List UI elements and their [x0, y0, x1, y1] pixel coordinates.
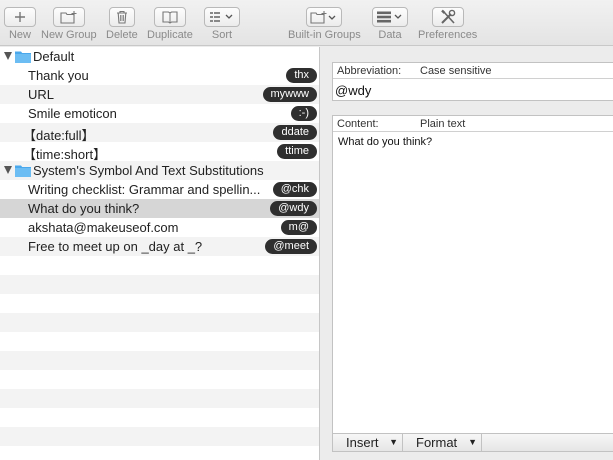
abbreviation-badge: ddate — [273, 125, 317, 140]
disclosure-triangle-icon[interactable] — [4, 52, 12, 60]
abbreviation-field[interactable]: @wdy — [335, 83, 371, 98]
list-item[interactable]: 【date:full】 ddate — [0, 123, 319, 143]
folder-add-dropdown-icon — [310, 11, 336, 24]
abbreviation-badge: m@ — [280, 220, 317, 235]
content-type-option[interactable]: Plain text — [420, 118, 465, 130]
group-name: System's Symbol And Text Substitutions — [33, 163, 264, 178]
editor-panel: Abbreviation: Case sensitive @wdy Conten… — [321, 47, 613, 460]
empty-row — [0, 275, 319, 294]
tools-icon — [440, 9, 455, 24]
data-button[interactable]: Data — [372, 7, 408, 41]
abbreviation-badge: mywww — [262, 87, 317, 102]
snippet-label: akshata@makeuseof.com — [28, 220, 179, 235]
new-group-button[interactable]: New Group — [41, 7, 97, 41]
folder-icon — [15, 165, 31, 177]
snippet-label: Free to meet up on _day at _? — [28, 239, 203, 254]
content-box: Content: Plain text What do you think? — [332, 115, 613, 434]
list-item[interactable]: 【time:short】 ttime — [0, 142, 319, 162]
group-name: Default — [33, 49, 75, 64]
list-item[interactable]: Smile emoticon :-) — [0, 104, 319, 123]
abbreviation-badge: ttime — [277, 144, 317, 159]
list-item[interactable]: Free to meet up on _day at _? @meet — [0, 237, 319, 256]
disclosure-triangle-icon[interactable] — [4, 166, 12, 174]
snippet-label: Thank you — [28, 68, 89, 83]
group-row-system[interactable]: System's Symbol And Text Substitutions — [0, 161, 319, 180]
group-row-default[interactable]: Default — [0, 47, 319, 66]
abbreviation-badge: thx — [286, 68, 317, 83]
format-dropdown[interactable]: Format ▼ — [403, 434, 482, 451]
preferences-button[interactable]: Preferences — [418, 7, 477, 41]
insert-label: Insert — [346, 435, 379, 450]
snippet-list: Default Thank you thx URL mywww Smile em… — [0, 47, 320, 460]
data-menu-icon — [377, 11, 402, 23]
sort-label: Sort — [211, 29, 233, 41]
abbreviation-box: Abbreviation: Case sensitive @wdy — [332, 62, 613, 101]
content-header: Content: Plain text — [333, 116, 613, 132]
case-sensitive-option[interactable]: Case sensitive — [420, 65, 492, 77]
abbreviation-header: Abbreviation: Case sensitive — [333, 63, 613, 79]
content-textarea[interactable]: What do you think? — [338, 136, 432, 148]
snippet-label: URL — [28, 87, 55, 102]
empty-row — [0, 389, 319, 408]
new-group-label: New Group — [41, 29, 97, 41]
abbreviation-badge: @chk — [272, 182, 317, 197]
list-item[interactable]: Writing checklist: Grammar and spellin..… — [0, 180, 319, 199]
preferences-label: Preferences — [418, 29, 478, 41]
insert-dropdown[interactable]: Insert ▼ — [333, 434, 403, 451]
chevron-down-icon: ▼ — [389, 437, 398, 447]
abbreviation-badge: @wdy — [270, 201, 317, 216]
toolbar: New New Group Delete Duplicate Sort Buil… — [0, 0, 613, 46]
list-item[interactable]: URL mywww — [0, 85, 319, 104]
abbreviation-badge: @meet — [265, 239, 317, 254]
empty-row — [0, 313, 319, 332]
folder-icon — [15, 51, 31, 63]
new-folder-icon — [60, 11, 77, 24]
plus-icon — [15, 12, 25, 22]
delete-button[interactable]: Delete — [106, 7, 138, 41]
new-button[interactable]: New — [4, 7, 36, 41]
delete-label: Delete — [106, 29, 138, 41]
duplicate-button[interactable]: Duplicate — [147, 7, 193, 41]
list-item[interactable]: akshata@makeuseof.com m@ — [0, 218, 319, 237]
snippet-label: Writing checklist: Grammar and spellin..… — [28, 182, 261, 197]
empty-row — [0, 351, 319, 370]
sort-grid-icon — [210, 12, 233, 22]
duplicate-icon — [162, 11, 178, 24]
abbreviation-badge: :-) — [290, 106, 317, 121]
editor-bottom-bar: Insert ▼ Format ▼ — [332, 434, 613, 452]
format-label: Format — [416, 435, 458, 450]
empty-row — [0, 427, 319, 446]
snippet-label: Smile emoticon — [28, 106, 117, 121]
list-item-selected[interactable]: What do you think? @wdy — [0, 199, 319, 218]
content-header-label: Content: — [337, 118, 379, 130]
trash-icon — [116, 10, 127, 24]
abbreviation-header-label: Abbreviation: — [337, 65, 402, 77]
data-label: Data — [378, 29, 402, 41]
snippet-label: What do you think? — [28, 201, 140, 216]
builtin-groups-button[interactable]: Built-in Groups — [288, 7, 361, 41]
list-item[interactable]: Thank you thx — [0, 66, 319, 85]
sort-button[interactable]: Sort — [204, 7, 240, 41]
builtin-groups-label: Built-in Groups — [288, 29, 361, 41]
new-label: New — [8, 29, 31, 41]
duplicate-label: Duplicate — [147, 29, 193, 41]
chevron-down-icon: ▼ — [468, 437, 477, 447]
